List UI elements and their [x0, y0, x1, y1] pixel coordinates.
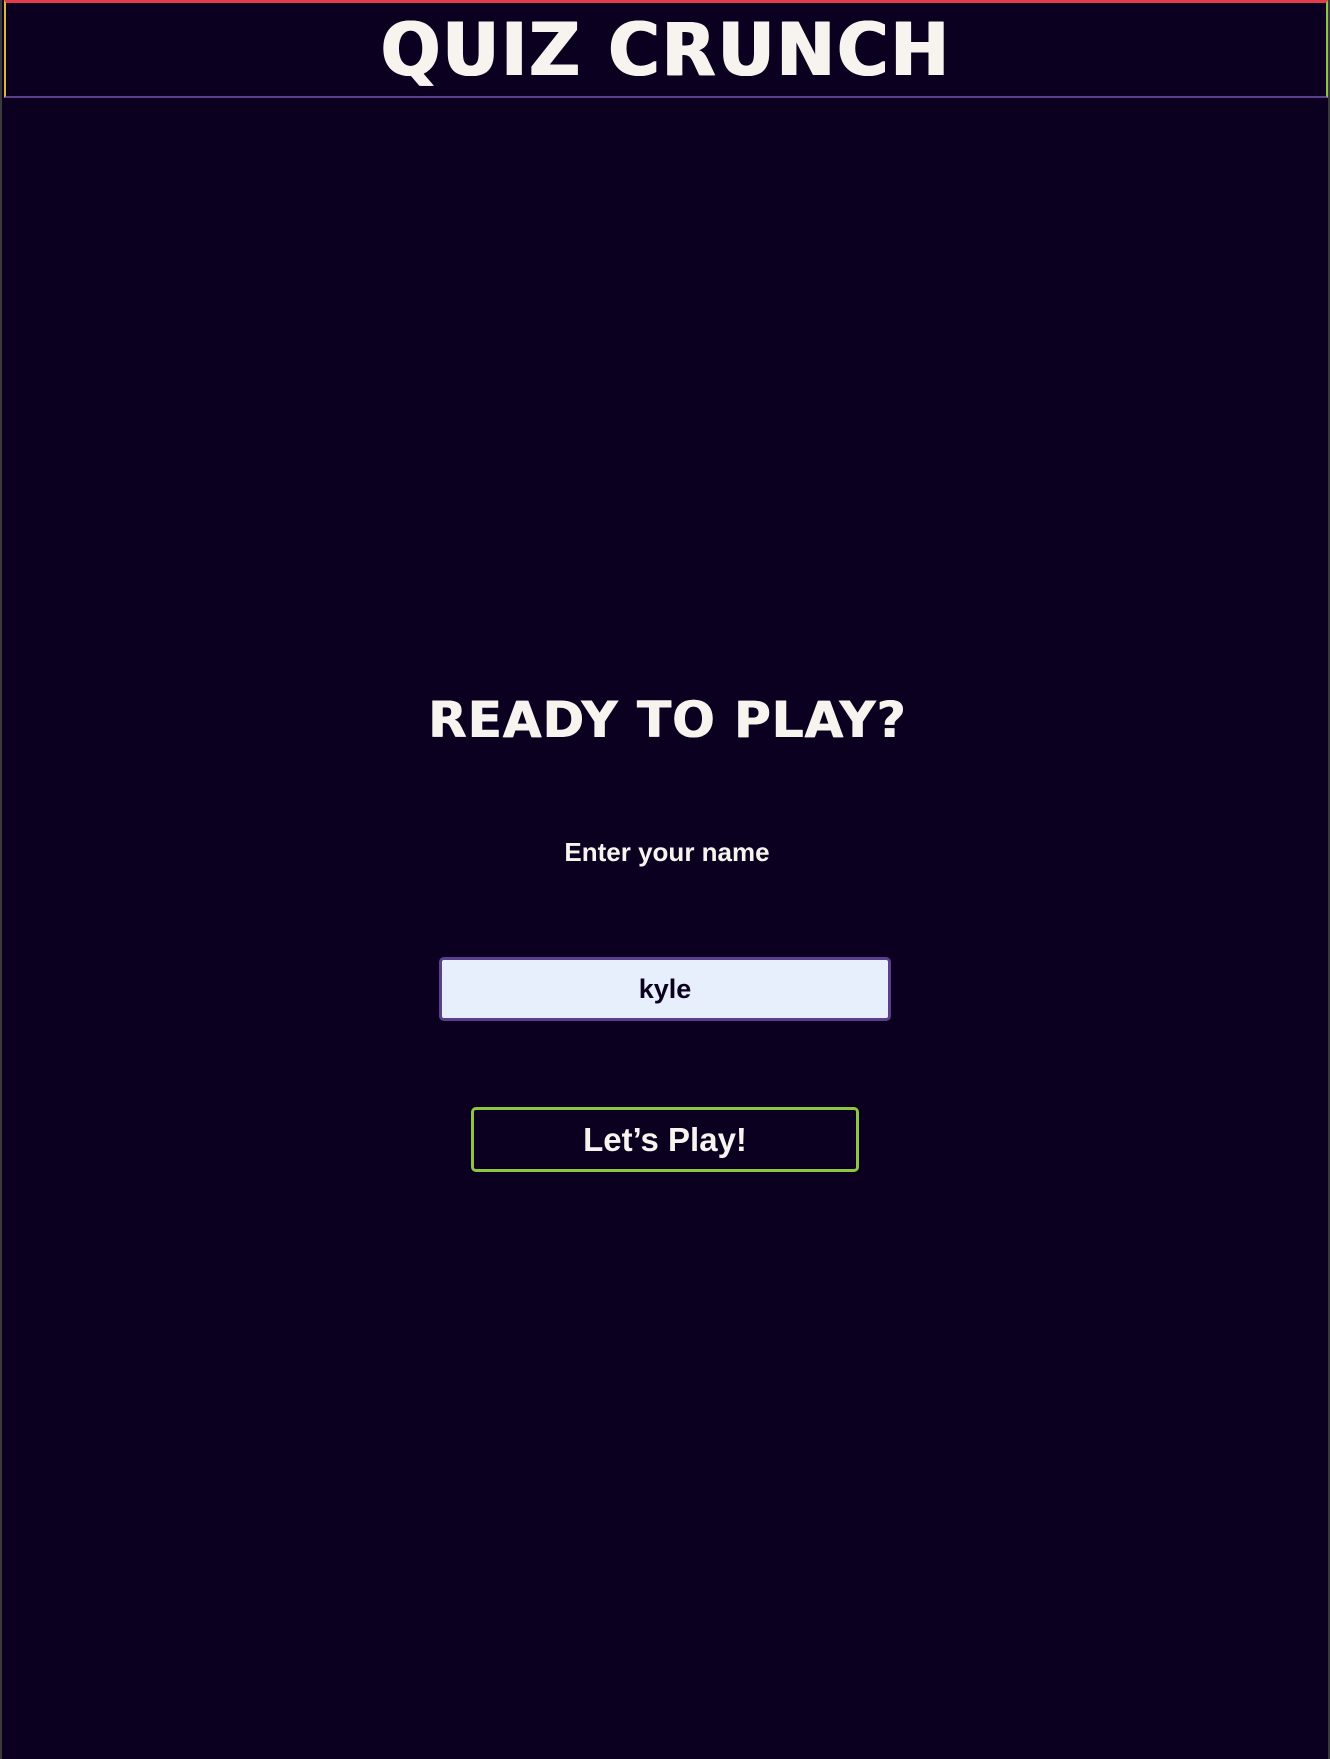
- app-title: QUIZ CRUNCH: [380, 6, 952, 93]
- name-label: Enter your name: [564, 837, 770, 867]
- app-frame: QUIZ CRUNCH READY TO PLAY? Enter your na…: [0, 0, 1330, 1759]
- name-input[interactable]: [439, 957, 891, 1021]
- play-button[interactable]: Let’s Play!: [471, 1107, 859, 1172]
- app-header: QUIZ CRUNCH: [4, 0, 1328, 98]
- ready-heading: READY TO PLAY?: [427, 691, 907, 749]
